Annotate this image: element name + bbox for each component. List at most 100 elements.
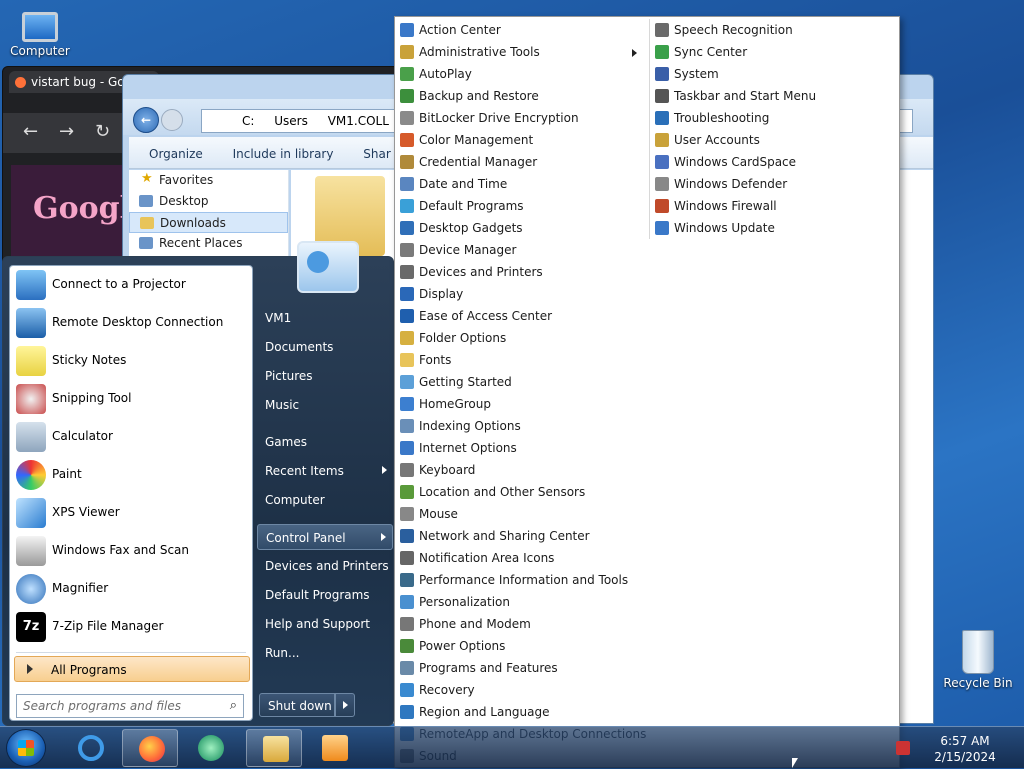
path-segment[interactable]: C:: [242, 114, 254, 128]
program-remote-desktop[interactable]: Remote Desktop Connection: [10, 304, 252, 342]
control-panel-item[interactable]: Location and Other Sensors: [395, 481, 647, 503]
control-panel-item[interactable]: Sync Center: [650, 41, 899, 63]
place-music[interactable]: Music: [257, 392, 393, 418]
control-panel-item[interactable]: Backup and Restore: [395, 85, 647, 107]
computer-desktop-icon[interactable]: Computer: [0, 8, 80, 58]
path-segment[interactable]: Users: [274, 114, 308, 128]
control-panel-item[interactable]: Desktop Gadgets: [395, 217, 647, 239]
reload-icon[interactable]: ↻: [95, 121, 110, 142]
user-picture-icon[interactable]: [297, 241, 359, 293]
place-pictures[interactable]: Pictures: [257, 363, 393, 389]
control-panel-item[interactable]: Keyboard: [395, 459, 647, 481]
control-panel-item[interactable]: Region and Language: [395, 701, 647, 723]
arrow-right-icon: [27, 664, 33, 674]
path-segment[interactable]: VM1.COLL: [328, 114, 389, 128]
control-panel-item-label: Programs and Features: [419, 661, 558, 675]
control-panel-item[interactable]: Getting Started: [395, 371, 647, 393]
place-recent-items[interactable]: Recent Items: [257, 458, 393, 484]
control-panel-item[interactable]: Default Programs: [395, 195, 647, 217]
control-panel-item[interactable]: BitLocker Drive Encryption: [395, 107, 647, 129]
taskbar-internet-explorer[interactable]: [62, 729, 118, 767]
place-documents[interactable]: Documents: [257, 334, 393, 360]
control-panel-item[interactable]: User Accounts: [650, 129, 899, 151]
search-programs-input[interactable]: Search programs and files ⌕: [16, 694, 244, 718]
volume-muted-icon[interactable]: [896, 741, 910, 755]
control-panel-item[interactable]: Windows Firewall: [650, 195, 899, 217]
nav-desktop[interactable]: Desktop: [129, 191, 288, 212]
control-panel-item[interactable]: Device Manager: [395, 239, 647, 261]
control-panel-item[interactable]: System: [650, 63, 899, 85]
search-icon[interactable]: ⌕: [230, 698, 237, 713]
back-button[interactable]: ←: [133, 107, 159, 133]
recycle-bin-desktop-icon[interactable]: Recycle Bin: [938, 630, 1018, 690]
control-panel-item[interactable]: Windows CardSpace: [650, 151, 899, 173]
shut-down-options-button[interactable]: [335, 693, 355, 717]
control-panel-item-label: Getting Started: [419, 375, 512, 389]
program-7zip[interactable]: 7z 7-Zip File Manager: [10, 608, 252, 646]
place-computer[interactable]: Computer: [257, 487, 393, 513]
forward-button[interactable]: [161, 109, 183, 131]
control-panel-item-label: Default Programs: [419, 199, 524, 213]
control-panel-item[interactable]: Speech Recognition: [650, 19, 899, 41]
control-panel-item[interactable]: Windows Defender: [650, 173, 899, 195]
control-panel-item[interactable]: Notification Area Icons: [395, 547, 647, 569]
control-panel-item[interactable]: Performance Information and Tools: [395, 569, 647, 591]
include-in-library-button[interactable]: Include in library: [233, 147, 334, 161]
program-calculator[interactable]: Calculator: [10, 418, 252, 456]
control-panel-item[interactable]: Indexing Options: [395, 415, 647, 437]
control-panel-item[interactable]: AutoPlay: [395, 63, 647, 85]
shut-down-button[interactable]: Shut down: [259, 693, 335, 717]
nav-favorites[interactable]: ★ Favorites: [129, 170, 288, 191]
clock[interactable]: 6:57 AM 2/15/2024: [920, 733, 1010, 765]
control-panel-item[interactable]: Programs and Features: [395, 657, 647, 679]
place-run[interactable]: Run...: [257, 640, 393, 666]
share-button[interactable]: Shar: [363, 147, 391, 161]
nav-downloads[interactable]: Downloads: [129, 212, 288, 233]
program-snipping-tool[interactable]: Snipping Tool: [10, 380, 252, 418]
control-panel-item[interactable]: Folder Options: [395, 327, 647, 349]
control-panel-item[interactable]: Action Center: [395, 19, 647, 41]
place-control-panel[interactable]: Control Panel: [257, 524, 393, 550]
control-panel-item[interactable]: Windows Update: [650, 217, 899, 239]
taskbar-media-player[interactable]: [306, 729, 362, 767]
control-panel-item[interactable]: Taskbar and Start Menu: [650, 85, 899, 107]
control-panel-item[interactable]: Date and Time: [395, 173, 647, 195]
control-panel-item[interactable]: Recovery: [395, 679, 647, 701]
control-panel-item[interactable]: Power Options: [395, 635, 647, 657]
program-fax-and-scan[interactable]: Windows Fax and Scan: [10, 532, 252, 570]
taskbar-media-app[interactable]: [182, 729, 238, 767]
control-panel-item[interactable]: Phone and Modem: [395, 613, 647, 635]
place-default-programs[interactable]: Default Programs: [257, 582, 393, 608]
control-panel-item[interactable]: Credential Manager: [395, 151, 647, 173]
control-panel-item[interactable]: HomeGroup: [395, 393, 647, 415]
nav-recent-places[interactable]: Recent Places: [129, 233, 288, 254]
back-arrow-icon[interactable]: ←: [23, 121, 38, 142]
program-label: Windows Fax and Scan: [52, 543, 190, 557]
taskbar-windows-explorer[interactable]: [246, 729, 302, 767]
place-games[interactable]: Games: [257, 429, 393, 455]
control-panel-item[interactable]: Devices and Printers: [395, 261, 647, 283]
control-panel-item[interactable]: Fonts: [395, 349, 647, 371]
control-panel-item[interactable]: Mouse: [395, 503, 647, 525]
control-panel-item[interactable]: Network and Sharing Center: [395, 525, 647, 547]
control-panel-item[interactable]: Color Management: [395, 129, 647, 151]
taskbar-firefox[interactable]: [122, 729, 178, 767]
organize-button[interactable]: Organize: [149, 147, 203, 161]
program-connect-to-projector[interactable]: Connect to a Projector: [10, 266, 252, 304]
control-panel-item[interactable]: Personalization: [395, 591, 647, 613]
place-user-folder[interactable]: VM1: [257, 305, 393, 331]
start-button[interactable]: [6, 729, 46, 767]
program-xps-viewer[interactable]: XPS Viewer: [10, 494, 252, 532]
program-paint[interactable]: Paint: [10, 456, 252, 494]
control-panel-item[interactable]: Display: [395, 283, 647, 305]
place-help-and-support[interactable]: Help and Support: [257, 611, 393, 637]
control-panel-item[interactable]: Troubleshooting: [650, 107, 899, 129]
control-panel-item[interactable]: Ease of Access Center: [395, 305, 647, 327]
place-devices-and-printers[interactable]: Devices and Printers: [257, 553, 393, 579]
control-panel-item[interactable]: Administrative Tools: [395, 41, 647, 63]
program-magnifier[interactable]: Magnifier: [10, 570, 252, 608]
program-sticky-notes[interactable]: Sticky Notes: [10, 342, 252, 380]
all-programs-button[interactable]: All Programs: [14, 656, 250, 682]
control-panel-item[interactable]: Internet Options: [395, 437, 647, 459]
forward-arrow-icon[interactable]: →: [59, 121, 74, 142]
